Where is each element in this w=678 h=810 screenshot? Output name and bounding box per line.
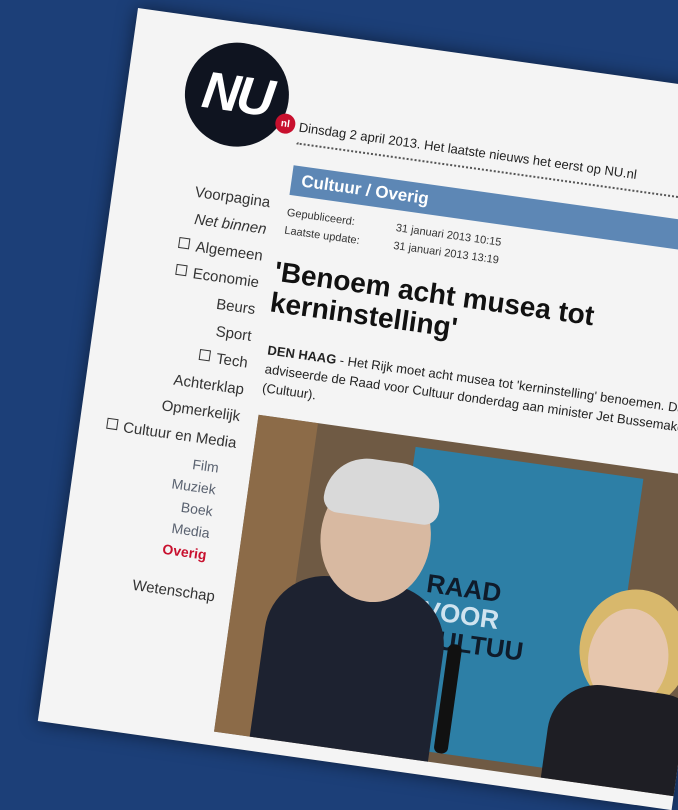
webpage: NU nl Dinsdag 2 april 2013. Het laatste … xyxy=(37,8,678,810)
nav-item-label: Algemeen xyxy=(194,238,264,265)
nav-item-label: Economie xyxy=(191,265,261,292)
nav-item-label: Tech xyxy=(215,350,249,372)
nav-item-label: Cultuur en Media xyxy=(122,419,238,452)
article-photo[interactable]: RAAD VOOR CULTUU xyxy=(214,414,678,798)
nu-logo[interactable]: NU nl xyxy=(178,35,297,154)
expand-toggle-icon[interactable] xyxy=(175,263,188,277)
logo-text: NU xyxy=(198,61,276,129)
collapse-toggle-icon[interactable] xyxy=(105,417,119,431)
logo-badge: nl xyxy=(274,112,297,135)
collapse-toggle-icon[interactable] xyxy=(178,237,191,250)
collapse-toggle-icon[interactable] xyxy=(198,349,212,362)
man-figure-body xyxy=(245,568,452,792)
